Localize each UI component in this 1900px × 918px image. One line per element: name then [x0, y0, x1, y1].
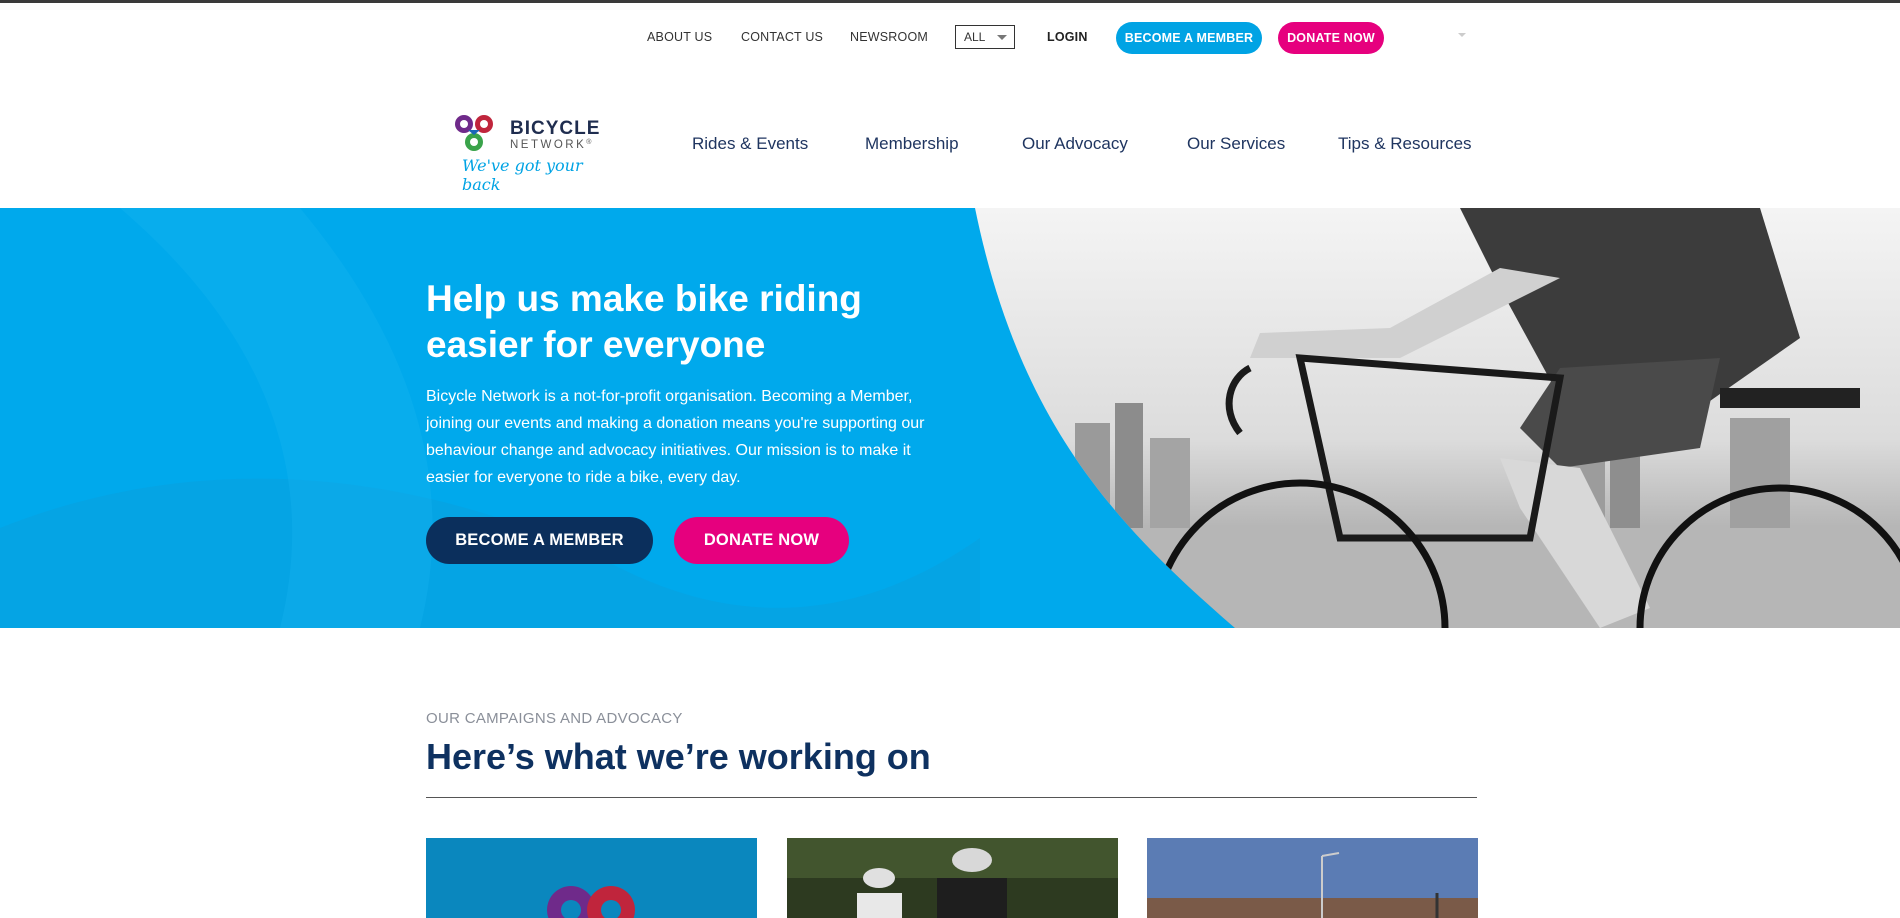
top-border	[0, 0, 1900, 3]
campaigns-title: Here’s what we’re working on	[426, 736, 931, 777]
campaigns-eyebrow: OUR CAMPAIGNS AND ADVOCACY	[426, 710, 683, 727]
hero-cyclist-photo	[0, 208, 1900, 628]
contact-us-link[interactable]: CONTACT US	[741, 30, 823, 44]
nav-membership[interactable]: Membership	[865, 134, 959, 154]
logo-tagline: We've got your back	[462, 156, 583, 194]
hero-description: Bicycle Network is a not-for-profit orga…	[426, 388, 925, 486]
trademark-symbol: ®	[586, 139, 592, 146]
utility-bar: ABOUT US CONTACT US NEWSROOM ALL LOGIN B…	[0, 22, 1900, 54]
hero-title: Help us make bike riding easier for ever…	[426, 276, 946, 368]
newsroom-link[interactable]: NEWSROOM	[850, 30, 928, 44]
campaign-card[interactable]	[1147, 838, 1478, 918]
nav-rides-events[interactable]: Rides & Events	[692, 134, 808, 154]
hero-become-member-button[interactable]: BECOME A MEMBER	[426, 517, 653, 564]
campaign-card[interactable]	[426, 838, 757, 918]
nav-our-services[interactable]: Our Services	[1187, 134, 1285, 154]
caret-down-icon[interactable]	[1458, 33, 1466, 37]
chain-link-icon	[547, 886, 635, 918]
hero-donate-now-button[interactable]: DONATE NOW	[674, 517, 849, 564]
search-scope-select[interactable]: ALL	[955, 25, 1015, 49]
search-scope-value: ALL	[964, 30, 986, 44]
nav-our-advocacy[interactable]: Our Advocacy	[1022, 134, 1128, 154]
site-logo[interactable]: BICYCLE NETWORK® We've got your back	[452, 110, 612, 194]
campaign-photo-riders	[787, 838, 1118, 918]
section-divider	[426, 797, 1477, 798]
nav-tips-resources[interactable]: Tips & Resources	[1338, 134, 1472, 154]
campaign-card[interactable]	[787, 838, 1118, 918]
about-us-link[interactable]: ABOUT US	[647, 30, 712, 44]
logo-name-line2: NETWORK®	[510, 139, 592, 151]
become-member-button[interactable]: BECOME A MEMBER	[1116, 22, 1262, 54]
hero-title-line1: Help us make bike riding	[426, 278, 862, 319]
donate-now-button[interactable]: DONATE NOW	[1278, 22, 1384, 54]
login-link[interactable]: LOGIN	[1047, 30, 1088, 44]
chevron-down-icon	[997, 35, 1007, 40]
hero-title-line2: easier for everyone	[426, 324, 766, 365]
campaign-photo-street	[1147, 838, 1478, 918]
logo-name-line1: BICYCLE	[510, 118, 601, 139]
hero-banner: Help us make bike riding easier for ever…	[0, 208, 1900, 628]
chain-link-icon	[455, 115, 493, 151]
